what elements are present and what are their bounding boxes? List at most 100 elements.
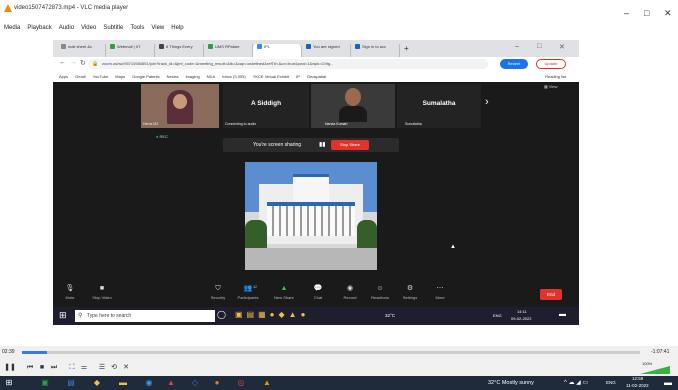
stop-video-button[interactable]: ■ Stop Video: [87, 285, 117, 300]
browser-close-icon[interactable]: ✕: [559, 43, 565, 51]
bookmark-nestra[interactable]: Nestra: [167, 74, 179, 79]
screen-sharing-bar: You're screen sharing ▮▮ Stop Share: [223, 138, 399, 152]
url-field[interactable]: 🔒 zoom.us/wc/95710584651/join?track_id=&…: [88, 59, 488, 69]
pause-icon[interactable]: ❚❚: [4, 362, 16, 373]
participant-tile[interactable]: A Siddigh Connecting to audio: [223, 84, 309, 128]
bookmark-ykce[interactable]: YKCE Virtual Exhibit: [253, 74, 289, 79]
taskbar-app-icons[interactable]: ▣▤▦●◆▲●: [235, 310, 309, 319]
share-options-icon[interactable]: ▮▮: [319, 141, 326, 148]
update-pill[interactable]: Update: [536, 59, 566, 69]
previous-icon[interactable]: ⏮: [24, 362, 36, 373]
record-button[interactable]: ◉ Record: [335, 285, 365, 300]
notification-icon[interactable]: ▬: [559, 311, 566, 318]
mute-button[interactable]: 🎙 Mute: [55, 285, 85, 300]
stop-icon[interactable]: ■: [36, 362, 48, 373]
forward-icon[interactable]: →: [70, 59, 77, 66]
reactions-button[interactable]: ☺ Reactions: [365, 285, 395, 300]
reading-list[interactable]: Reading list: [545, 74, 566, 79]
bookmark-inbox[interactable]: Inbox (3,905): [222, 74, 246, 79]
task-view-icon[interactable]: ◯: [217, 310, 226, 319]
shuffle-icon[interactable]: ✕: [120, 362, 132, 373]
bookmark-apps[interactable]: Apps: [59, 74, 68, 79]
file-explorer-icon[interactable]: ▬: [118, 378, 128, 388]
new-share-button[interactable]: ▲ New Share: [269, 285, 299, 300]
vlc-taskbar-icon[interactable]: ▲: [262, 378, 272, 388]
security-label: Security: [210, 295, 226, 300]
close-icon[interactable]: ✕: [664, 8, 672, 19]
menu-media[interactable]: Media: [4, 25, 20, 31]
volume-slider[interactable]: [640, 366, 670, 374]
security-button[interactable]: ⛉ Security: [203, 285, 233, 300]
start-icon[interactable]: ⊞: [4, 378, 14, 388]
participant-tile[interactable]: Nanda Kumari: [311, 84, 395, 128]
next-page-icon[interactable]: ›: [485, 96, 489, 108]
extended-settings-icon[interactable]: ⚌: [78, 362, 90, 373]
notifications-icon[interactable]: ▬: [664, 378, 672, 387]
reload-icon[interactable]: ↻: [80, 59, 86, 67]
new-share-label: New Share: [274, 295, 294, 300]
bookmark-ip[interactable]: IP: [296, 74, 300, 79]
new-tab-icon[interactable]: +: [404, 44, 409, 53]
browser-tab-active[interactable]: IPL: [253, 44, 302, 57]
browser-tab[interactable]: UMS RPalare: [204, 44, 253, 57]
browser-tab[interactable]: 6 Things Every: [155, 44, 204, 57]
menu-audio[interactable]: Audio: [59, 25, 74, 31]
word-icon[interactable]: ▤: [66, 378, 76, 388]
powerpoint-icon[interactable]: ●: [212, 378, 222, 388]
browser-tab[interactable]: mail sheet &c: [57, 44, 106, 57]
end-meeting-button[interactable]: End: [540, 289, 562, 300]
elapsed-time: 02:39: [2, 349, 15, 355]
record-icon: ◉: [346, 285, 354, 292]
browser-tab[interactable]: Sign in to acc: [351, 44, 400, 57]
inner-search-box[interactable]: ⚲ Type here to search: [75, 310, 215, 322]
bookmark-nda[interactable]: NDA: [207, 74, 215, 79]
menu-subtitle[interactable]: Subtitle: [103, 25, 123, 31]
bookmark-geospatial[interactable]: Geospatial: [307, 74, 326, 79]
inner-start-icon[interactable]: ⊞: [59, 310, 67, 321]
minimize-icon[interactable]: –: [624, 8, 629, 18]
participants-button[interactable]: 👥 42 Participants: [233, 285, 263, 300]
maximize-icon[interactable]: □: [644, 8, 649, 18]
menu-view[interactable]: View: [151, 25, 164, 31]
app2-icon[interactable]: ▲: [166, 378, 176, 388]
menu-tools[interactable]: Tools: [130, 25, 144, 31]
participant-tile[interactable]: Sumalatha Sumalatha: [397, 84, 481, 128]
browser-tab[interactable]: You are signed: [302, 44, 351, 57]
settings-button[interactable]: ⚙ Settings: [395, 285, 425, 300]
rec-dot-icon: ●: [156, 134, 159, 139]
menu-video[interactable]: Video: [81, 25, 96, 31]
menu-playback[interactable]: Playback: [27, 25, 51, 31]
tray-icons[interactable]: ^ ☁ ◢ ▭: [564, 379, 588, 386]
chrome-icon[interactable]: ◎: [236, 378, 246, 388]
app-icon[interactable]: ◆: [92, 378, 102, 388]
bookmark-google-patents[interactable]: Google Patents: [132, 74, 160, 79]
video-surface[interactable]: mail sheet &c Webmail | IIT 6 Things Eve…: [0, 36, 678, 345]
loop-icon[interactable]: ⟲: [108, 362, 120, 373]
participant-tile[interactable]: Hema M3: [141, 84, 219, 128]
edge-icon[interactable]: ◉: [144, 378, 154, 388]
next-icon[interactable]: ⏭: [48, 362, 60, 373]
bookmark-gmail[interactable]: Gmail: [75, 74, 85, 79]
app3-icon[interactable]: ◇: [190, 378, 200, 388]
view-button[interactable]: ▦ View: [544, 84, 558, 89]
excel-icon[interactable]: ▣: [40, 378, 50, 388]
stop-share-button[interactable]: Stop Share: [331, 140, 369, 150]
seek-slider[interactable]: [22, 351, 640, 354]
browser-tab[interactable]: Webmail | IIT: [106, 44, 155, 57]
menu-help[interactable]: Help: [171, 25, 183, 31]
shared-screen: [245, 162, 377, 270]
inner-weather: 32°C: [385, 313, 396, 318]
browser-minimize-icon[interactable]: –: [515, 43, 519, 50]
bookmark-imaging[interactable]: Imaging: [185, 74, 199, 79]
recent-pill[interactable]: Recent: [500, 59, 528, 69]
playlist-icon[interactable]: ☰: [96, 362, 108, 373]
bookmark-maps[interactable]: Maps: [115, 74, 125, 79]
browser-maximize-icon[interactable]: □: [537, 43, 541, 50]
participant-display-name: Sumalatha: [422, 100, 456, 107]
participant-name: Sumalatha: [405, 122, 422, 126]
fullscreen-icon[interactable]: ⛶: [66, 362, 78, 373]
chat-button[interactable]: 💬 Chat: [303, 285, 333, 300]
bookmark-youtube[interactable]: YouTube: [93, 74, 109, 79]
more-button[interactable]: ⋯ More: [425, 285, 455, 300]
back-icon[interactable]: ←: [59, 59, 66, 66]
